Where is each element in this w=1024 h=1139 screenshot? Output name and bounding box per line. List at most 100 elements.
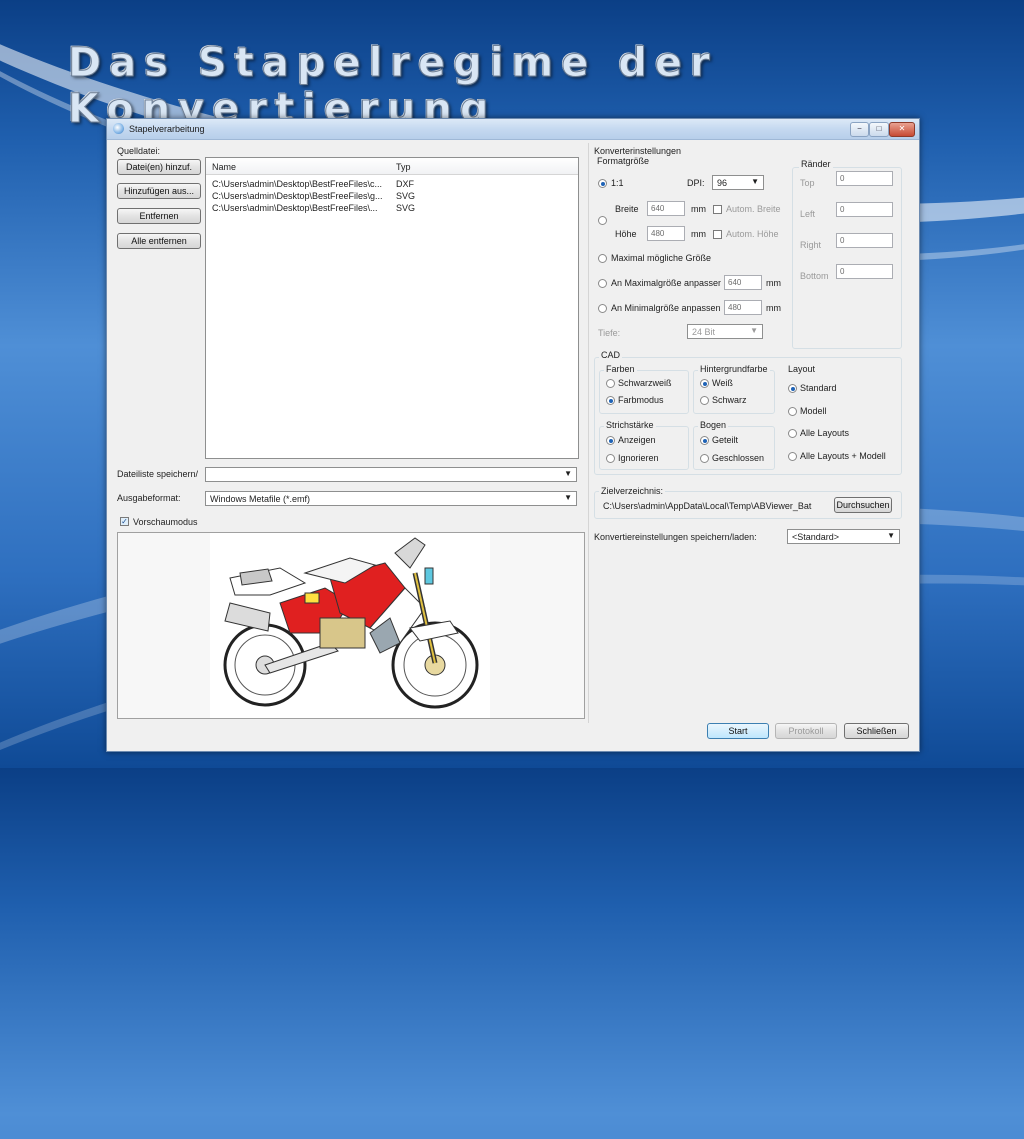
max-possible-label: Maximal mögliche Größe	[611, 253, 712, 263]
height-input[interactable]: 480	[647, 226, 685, 241]
target-path[interactable]: C:\Users\admin\AppData\Local\Temp\ABView…	[603, 501, 811, 511]
color-mode-label: Farbmodus	[618, 395, 664, 405]
margin-top-input[interactable]: 0	[836, 171, 893, 186]
add-files-button[interactable]: Datei(en) hinzuf.	[117, 159, 201, 175]
source-file-list[interactable]: Name Typ C:\Users\admin\Desktop\BestFree…	[205, 157, 579, 459]
arc-closed-label: Geschlossen	[712, 453, 765, 463]
converter-settings-label: Konverterinstellungen	[594, 146, 682, 156]
arc-label: Bogen	[698, 420, 729, 430]
column-header-name[interactable]: Name	[212, 162, 236, 172]
source-label: Quelldatei:	[117, 146, 161, 156]
title-bar[interactable]: Stapelverarbeitung − □ ✕	[107, 119, 919, 140]
fit-min-label: An Minimalgröße anpassen	[611, 303, 721, 313]
colors-group	[599, 370, 689, 414]
ratio-1-1-label: 1:1	[611, 178, 624, 188]
background-group	[693, 370, 775, 414]
file-type: SVG	[396, 203, 416, 213]
file-name: C:\Users\admin\Desktop\BestFreeFiles\c..…	[212, 179, 383, 189]
fit-max-input[interactable]: 640	[724, 275, 762, 290]
dpi-value: 96	[717, 178, 728, 188]
minimize-button[interactable]: −	[850, 122, 869, 137]
remove-button[interactable]: Entfernen	[117, 208, 201, 224]
color-mode-radio[interactable]	[606, 396, 615, 405]
fit-max-radio[interactable]	[598, 279, 607, 288]
save-load-select[interactable]: <Standard> ▼	[787, 529, 900, 544]
bg-black-radio[interactable]	[700, 396, 709, 405]
format-size-label: Formatgröße	[597, 156, 650, 166]
auto-height-label: Autom. Höhe	[726, 229, 779, 239]
layout-all-model-label: Alle Layouts + Modell	[800, 451, 886, 461]
bw-radio[interactable]	[606, 379, 615, 388]
fit-min-radio[interactable]	[598, 304, 607, 313]
log-button[interactable]: Protokoll	[775, 723, 837, 739]
bw-label: Schwarzweiß	[618, 378, 672, 388]
max-possible-radio[interactable]	[598, 254, 607, 263]
dropdown-arrow-icon: ▼	[564, 469, 572, 478]
layout-all-radio[interactable]	[788, 429, 797, 438]
colors-label: Farben	[604, 364, 637, 374]
auto-width-checkbox[interactable]	[713, 205, 722, 214]
layout-all-model-radio[interactable]	[788, 452, 797, 461]
fit-min-input[interactable]: 480	[724, 300, 762, 315]
browse-button[interactable]: Durchsuchen	[834, 497, 892, 513]
file-name: C:\Users\admin\Desktop\BestFreeFiles\...	[212, 203, 378, 213]
close-window-button[interactable]: ✕	[889, 122, 915, 137]
output-format-label: Ausgabeformat:	[117, 493, 181, 503]
dpi-label: DPI:	[687, 178, 705, 188]
dropdown-arrow-icon: ▼	[751, 177, 759, 186]
stroke-ignore-label: Ignorieren	[618, 453, 659, 463]
output-format-select[interactable]: Windows Metafile (*.emf) ▼	[205, 491, 577, 506]
arc-closed-radio[interactable]	[700, 454, 709, 463]
stroke-ignore-radio[interactable]	[606, 454, 615, 463]
width-input[interactable]: 640	[647, 201, 685, 216]
stroke-label: Strichstärke	[604, 420, 656, 430]
margin-right-label: Right	[800, 240, 822, 250]
maximize-button[interactable]: □	[869, 122, 889, 137]
filelist-save-select[interactable]: ▼	[205, 467, 577, 482]
margin-bottom-label: Bottom	[800, 271, 829, 281]
save-load-value: <Standard>	[792, 532, 840, 542]
batch-window: Stapelverarbeitung − □ ✕ Quelldatei: Dat…	[106, 118, 920, 752]
layout-label: Layout	[788, 364, 816, 374]
table-row[interactable]: C:\Users\admin\Desktop\BestFreeFiles\c..…	[206, 179, 578, 190]
ratio-1-1-radio[interactable]	[598, 179, 607, 188]
preview-mode-checkbox[interactable]: ✓	[120, 517, 129, 526]
target-label: Zielverzeichnis:	[599, 486, 666, 496]
auto-height-checkbox[interactable]	[713, 230, 722, 239]
output-format-value: Windows Metafile (*.emf)	[210, 494, 311, 504]
margin-bottom-input[interactable]: 0	[836, 264, 893, 279]
layout-all-label: Alle Layouts	[800, 428, 850, 438]
width-unit: mm	[691, 204, 706, 214]
bg-black-label: Schwarz	[712, 395, 747, 405]
panel-divider	[588, 143, 589, 723]
depth-value: 24 Bit	[692, 327, 716, 337]
file-type: SVG	[396, 191, 416, 201]
margin-left-input[interactable]: 0	[836, 202, 893, 217]
fit-max-label: An Maximalgröße anpassen	[611, 278, 721, 288]
depth-select[interactable]: 24 Bit ▼	[687, 324, 763, 339]
preview-mode-label: Vorschaumodus	[133, 517, 198, 527]
motorcycle-preview-image	[210, 533, 490, 718]
start-button[interactable]: Start	[707, 723, 769, 739]
layout-standard-radio[interactable]	[788, 384, 797, 393]
margin-right-input[interactable]: 0	[836, 233, 893, 248]
column-header-type[interactable]: Typ	[396, 162, 411, 172]
list-header: Name Typ	[206, 158, 578, 175]
fit-min-unit: mm	[766, 303, 781, 313]
close-button[interactable]: Schließen	[844, 723, 909, 739]
margin-top-label: Top	[800, 178, 815, 188]
add-from-button[interactable]: Hinzufügen aus...	[117, 183, 201, 199]
file-type: DXF	[396, 179, 414, 189]
layout-model-label: Modell	[800, 406, 827, 416]
arc-split-radio[interactable]	[700, 436, 709, 445]
table-row[interactable]: C:\Users\admin\Desktop\BestFreeFiles\...…	[206, 203, 578, 214]
stroke-group	[599, 426, 689, 470]
stroke-show-radio[interactable]	[606, 436, 615, 445]
custom-size-radio[interactable]	[598, 216, 607, 225]
table-row[interactable]: C:\Users\admin\Desktop\BestFreeFiles\g..…	[206, 191, 578, 202]
bg-white-radio[interactable]	[700, 379, 709, 388]
dpi-select[interactable]: 96 ▼	[712, 175, 764, 190]
fit-max-unit: mm	[766, 278, 781, 288]
remove-all-button[interactable]: Alle entfernen	[117, 233, 201, 249]
layout-model-radio[interactable]	[788, 407, 797, 416]
